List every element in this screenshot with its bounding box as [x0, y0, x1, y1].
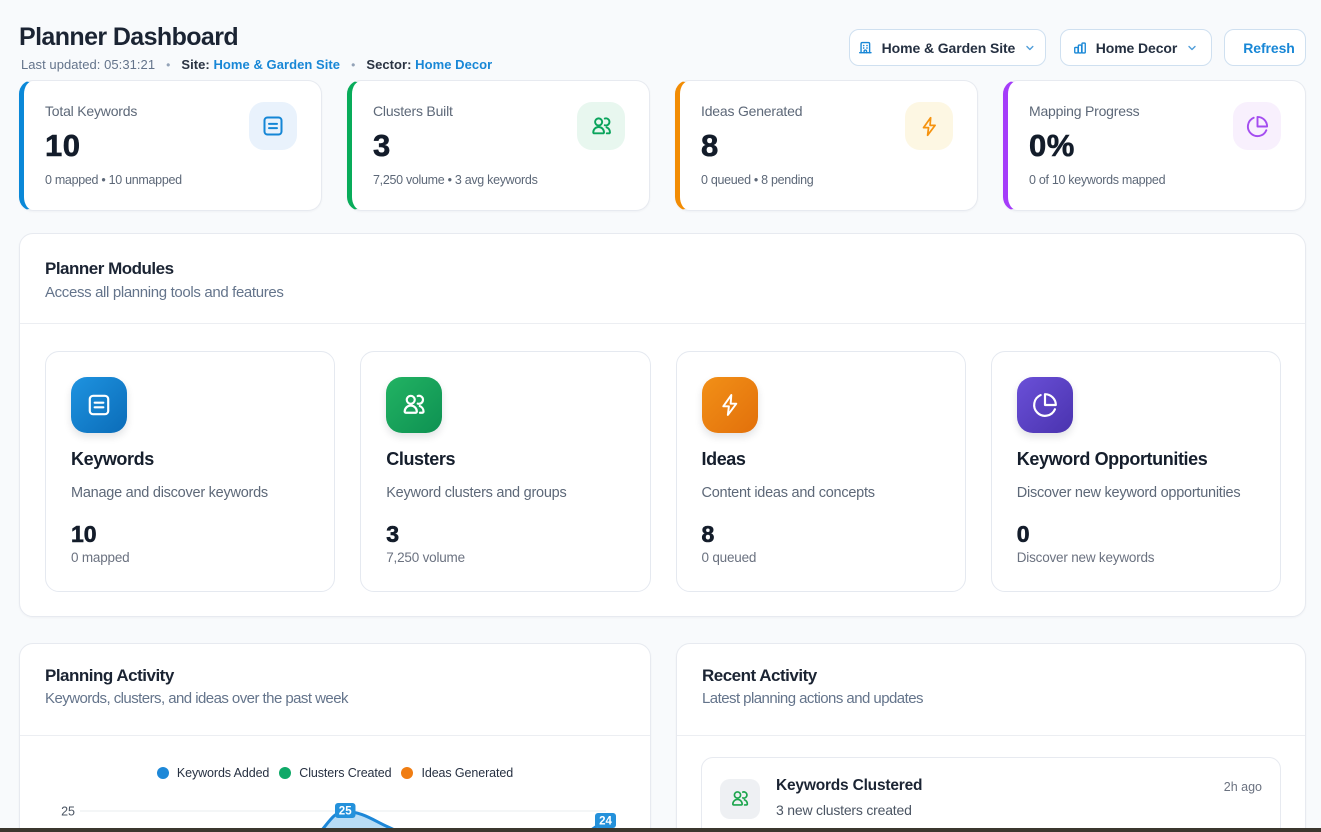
- svg-text:25: 25: [339, 806, 352, 818]
- svg-text:24: 24: [599, 816, 612, 828]
- svg-text:25: 25: [61, 805, 75, 819]
